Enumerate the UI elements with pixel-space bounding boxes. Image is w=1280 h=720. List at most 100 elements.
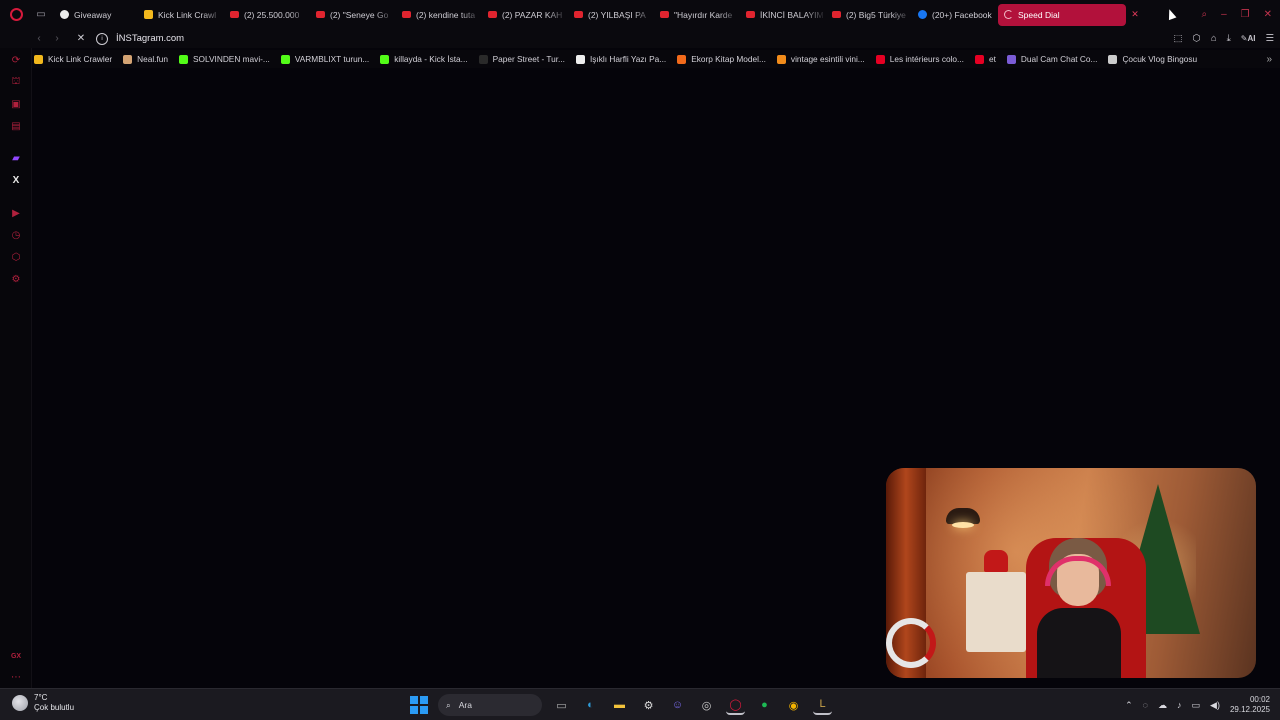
gx-logo-icon[interactable]: GX — [9, 649, 23, 663]
weather-widget[interactable]: 7°C Çok bulutlu — [12, 693, 74, 713]
bookmark-item[interactable]: Les intérieurs colo... — [875, 54, 964, 64]
bookmark-item[interactable]: Dual Cam Chat Co... — [1006, 54, 1097, 64]
streamer — [1037, 538, 1121, 678]
bookmark-item[interactable]: et — [974, 54, 996, 64]
window-controls: ⌕ – ❐ ✕ — [1201, 0, 1280, 29]
forward-icon[interactable]: › — [48, 33, 66, 44]
webcam-overlay — [886, 468, 1256, 678]
start-icon[interactable] — [410, 696, 428, 714]
tab-label: Giveaway — [74, 9, 112, 20]
tab-islands-icon[interactable]: ▭ — [32, 0, 50, 29]
league-icon[interactable]: L — [813, 696, 832, 715]
weather-desc: Çok bulutlu — [34, 703, 75, 712]
bookmark-favicon-icon — [776, 54, 786, 64]
bookmark-favicon-icon — [380, 54, 390, 64]
edge-icon[interactable]: ◐ — [581, 696, 600, 715]
discord-icon[interactable]: ☺ — [668, 696, 687, 715]
easy-setup-icon[interactable]: ☰ — [1265, 33, 1274, 44]
whatsapp-icon[interactable]: ▤ — [9, 119, 23, 133]
bookmark-item[interactable]: vintage esintili vini... — [776, 54, 865, 64]
extensions-icon[interactable]: ⬡ — [1193, 33, 1201, 44]
spotify-icon[interactable]: ● — [755, 696, 774, 715]
close-window-icon[interactable]: ✕ — [1264, 9, 1272, 20]
close-tab-icon[interactable]: ✕ — [1130, 9, 1140, 20]
tab-list: Giveaway Kick Link Crawl (2) 25.500.000 (2)… — [54, 0, 1126, 29]
bookmark-label: Ekorp Kitap Model... — [691, 54, 766, 64]
opera-gx-icon[interactable]: ◯ — [726, 696, 745, 715]
obs-icon[interactable]: ◎ — [697, 696, 716, 715]
volume-icon[interactable]: ◀) — [1210, 700, 1220, 711]
bookmark-label: Paper Street - Tur... — [492, 54, 565, 64]
clock-time: 00:02 — [1249, 695, 1270, 704]
back-icon[interactable]: ‹ — [30, 33, 48, 44]
bookmark-item[interactable]: Işıklı Harfli Yazı Pa... — [575, 54, 667, 64]
tab[interactable]: (2) "Seneye Go — [310, 4, 396, 26]
opera-gx-menu-icon[interactable] — [0, 0, 32, 29]
settings-gear-icon[interactable]: ⚙ — [9, 272, 23, 286]
tab[interactable]: Kick Link Crawl — [138, 4, 224, 26]
gear-favicon-icon — [60, 10, 69, 19]
chevron-up-icon[interactable]: ⌃ — [1125, 700, 1133, 711]
bookmark-item[interactable]: SOLVINDEN mavi-... — [179, 54, 270, 64]
x-twitter-icon[interactable]: X — [9, 173, 23, 187]
tray-app-icon[interactable]: ◌ — [1143, 700, 1148, 710]
more-options-icon[interactable]: ⋯ — [9, 670, 23, 684]
stop-loading-icon[interactable]: ✕ — [72, 33, 90, 44]
tab[interactable]: (2) kendine tuta — [396, 4, 482, 26]
bookmark-label: killayda - Kick İsta... — [394, 54, 468, 64]
onedrive-icon[interactable]: ☁ — [1158, 700, 1167, 711]
steam-icon[interactable]: ⚙ — [639, 696, 658, 715]
tab[interactable]: (2) YILBAŞI PA — [568, 4, 654, 26]
tab[interactable]: (2) 25.500.000 — [224, 4, 310, 26]
tab[interactable]: İKİNCİ BALAYIM — [740, 4, 826, 26]
youtube-favicon-icon — [230, 11, 239, 18]
bookmark-item[interactable]: Kick Link Crawler — [34, 54, 112, 64]
tab[interactable]: (20+) Facebook — [912, 4, 998, 26]
messenger-icon[interactable]: ▣ — [9, 97, 23, 111]
tab[interactable]: Giveaway — [54, 4, 138, 26]
aria-ai-icon[interactable]: ✎AI — [1241, 34, 1256, 43]
bookmark-item[interactable]: killayda - Kick İsta... — [380, 54, 468, 64]
profile-icon[interactable]: ⌂ — [1211, 33, 1217, 44]
file-explorer-icon[interactable]: ▬ — [610, 696, 629, 715]
tab[interactable]: "Hayırdır Karde — [654, 4, 740, 26]
youtube-favicon-icon — [574, 11, 583, 18]
bookmark-label: Işıklı Harfli Yazı Pa... — [589, 54, 667, 64]
task-view-icon[interactable]: ▭ — [552, 696, 571, 715]
weather-temp: 7°C — [34, 693, 48, 702]
download-icon[interactable]: ⤓ — [1227, 33, 1231, 44]
history-icon[interactable]: ◷ — [9, 228, 23, 242]
player-icon[interactable]: ▶ — [9, 206, 23, 220]
bookmark-item[interactable]: Neal.fun — [123, 54, 168, 64]
clock[interactable]: 00:02 29.12.2025 — [1230, 695, 1270, 715]
bookmark-item[interactable]: VARMBLIXT turun... — [280, 54, 369, 64]
url-field[interactable]: İNSTagram.com — [116, 33, 184, 44]
gx-control-icon[interactable]: ⟳ — [9, 53, 23, 67]
site-info-icon[interactable]: i — [96, 32, 108, 45]
maximize-icon[interactable]: ❐ — [1241, 9, 1250, 20]
taskbar-search[interactable]: ⌕ Ara — [438, 694, 542, 716]
gx-corner-icon[interactable]: ⛫ — [9, 75, 23, 89]
microphone-icon[interactable]: ♪ — [1177, 700, 1182, 710]
bookmark-item[interactable]: Paper Street - Tur... — [478, 54, 565, 64]
twitch-icon[interactable]: ▰ — [9, 151, 23, 165]
network-icon[interactable]: ▭ — [1192, 700, 1201, 711]
chrome-icon[interactable]: ◉ — [784, 696, 803, 715]
sidebar: ⟳ ⛫ ▣ ▤ ▰ X ▶ ◷ ⬡ ⚙ GX ⋯ — [0, 48, 32, 688]
tab[interactable]: (2) PAZAR KAH — [482, 4, 568, 26]
tab[interactable]: Speed Dial — [998, 3, 1126, 26]
bookmark-label: Çocuk Vlog Bingosu — [1122, 54, 1198, 64]
tab-label: (2) "Seneye Go — [330, 9, 389, 20]
snapshot-icon[interactable]: ⬚ — [1174, 33, 1183, 44]
extensions-sidebar-icon[interactable]: ⬡ — [9, 250, 23, 264]
more-bookmarks-icon[interactable]: » — [1266, 50, 1272, 68]
minimize-icon[interactable]: – — [1221, 9, 1227, 20]
tab-label: (2) Big5 Türkiye — [846, 9, 906, 20]
bookmark-label: et — [988, 54, 996, 64]
tab[interactable]: (2) Big5 Türkiye — [826, 4, 912, 26]
bookmark-label: vintage esintili vini... — [790, 54, 865, 64]
bookmark-item[interactable]: Ekorp Kitap Model... — [677, 54, 766, 64]
search-tabs-icon[interactable]: ⌕ — [1201, 9, 1207, 20]
bookmark-item[interactable]: Çocuk Vlog Bingosu — [1108, 54, 1197, 64]
bookmark-favicon-icon — [280, 54, 290, 64]
